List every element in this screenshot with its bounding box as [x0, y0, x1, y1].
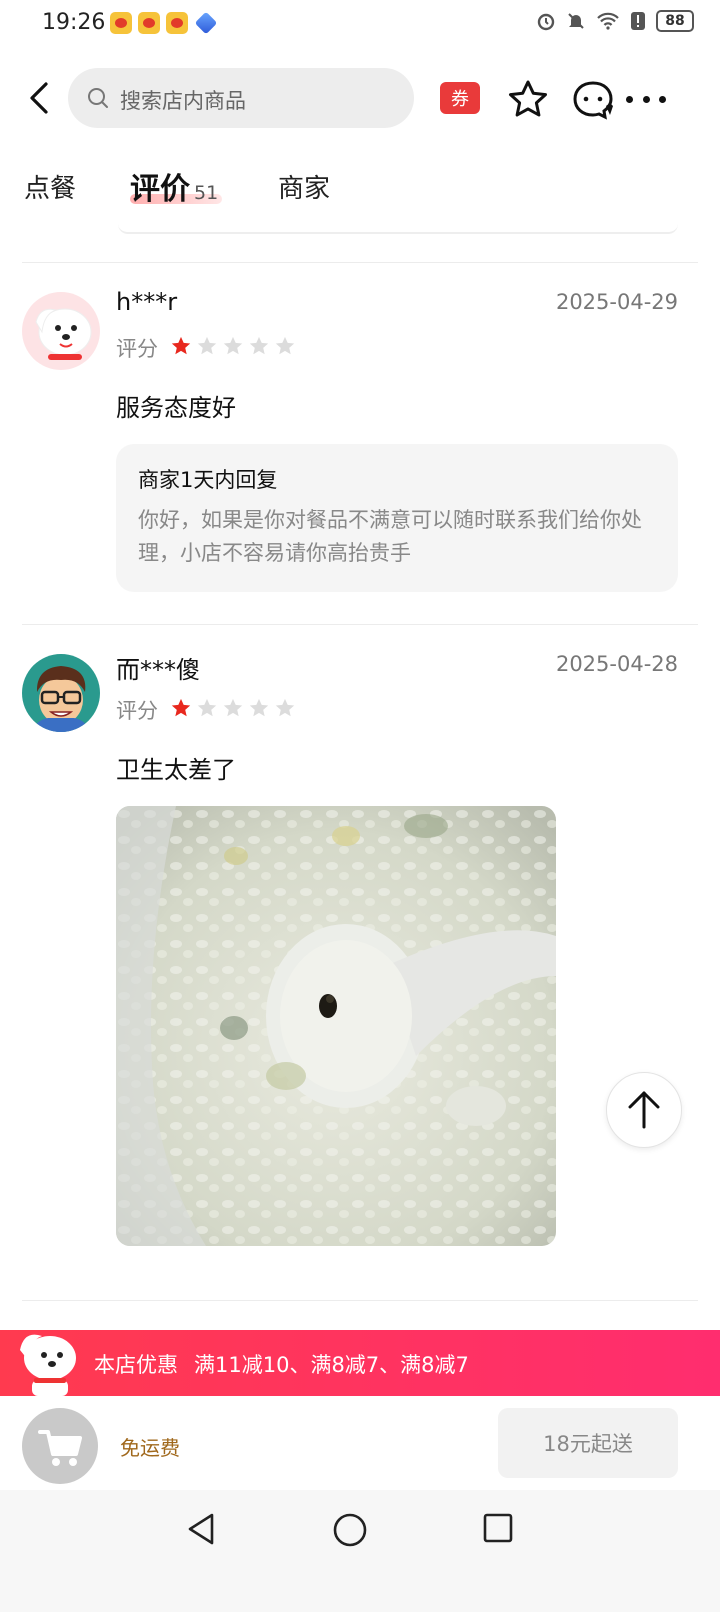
star-empty-icon [197, 336, 217, 355]
divider [22, 624, 698, 625]
search-placeholder: 搜索店内商品 [120, 89, 246, 113]
cart-button[interactable] [22, 1408, 98, 1484]
reply-text: 你好，如果是你对餐品不满意可以随时联系我们给你处理，小店不容易请你高抬贵手 [138, 508, 642, 565]
joy-mascot-icon [20, 1334, 76, 1396]
coupon-button[interactable]: 券 [440, 82, 480, 114]
wifi-icon [597, 12, 619, 30]
review-comment: 服务态度好 [116, 394, 236, 422]
nav-back-icon[interactable] [184, 1512, 218, 1546]
min-order-button[interactable]: 18元起送 [498, 1408, 678, 1478]
star-empty-icon [223, 336, 243, 355]
mute-icon [568, 13, 584, 29]
weibo-icon [138, 12, 160, 34]
more-options-icon[interactable] [626, 90, 666, 108]
nav-recents-icon[interactable] [482, 1512, 514, 1544]
porridge-photo-image [116, 806, 556, 1246]
merchant-reply: 商家1天内回复 你好，如果是你对餐品不满意可以随时联系我们给你处理，小店不容易请… [116, 444, 678, 592]
star-filled-icon [171, 336, 191, 355]
reply-title: 商家1天内回复 [138, 468, 278, 492]
system-nav-bar [0, 1490, 720, 1612]
status-bar: 19:26 88 [0, 0, 720, 48]
divider [22, 262, 698, 263]
review-comment: 卫生太差了 [116, 756, 236, 784]
promo-label: 本店优惠 [94, 1353, 178, 1377]
alarm-icon [537, 13, 555, 31]
app-gem-icon [194, 11, 218, 35]
search-input[interactable]: 搜索店内商品 [68, 68, 414, 128]
score-label: 评分 [116, 337, 158, 361]
system-icons: 88 [536, 10, 694, 32]
status-time: 19:26 [42, 10, 106, 35]
star-empty-icon [249, 698, 269, 717]
promo-detail: 满11减10、满8减7、满8减7 [194, 1353, 469, 1377]
rating-stars [170, 335, 296, 357]
nav-home-icon[interactable] [332, 1512, 368, 1548]
star-empty-icon [275, 698, 295, 717]
score-label: 评分 [116, 699, 158, 723]
star-empty-icon [249, 336, 269, 355]
review-photo[interactable] [116, 806, 556, 1246]
star-empty-icon [223, 698, 243, 717]
review-date: 2025-04-28 [555, 652, 678, 676]
search-icon [88, 88, 108, 108]
free-shipping-label: 免运费 [120, 1436, 180, 1460]
customer-service-icon[interactable] [570, 78, 616, 122]
back-arrow-icon[interactable] [24, 80, 60, 116]
scroll-to-top-button[interactable] [606, 1072, 682, 1148]
avatar[interactable] [22, 654, 100, 732]
reviewer-name: 而***傻 [116, 656, 200, 684]
tab-reviews-count: 51 [194, 182, 219, 204]
weibo-icon [166, 12, 188, 34]
avatar[interactable] [22, 292, 100, 370]
tab-merchant[interactable]: 商家 [278, 168, 330, 205]
joy-mascot-avatar-icon [22, 292, 100, 370]
cartoon-man-avatar-icon [22, 654, 100, 732]
shopping-cart-icon [38, 1430, 82, 1466]
star-empty-icon [197, 698, 217, 717]
star-filled-icon [171, 698, 191, 717]
battery-indicator: 88 [656, 10, 694, 32]
tab-order[interactable]: 点餐 [24, 168, 76, 205]
favorite-star-icon[interactable] [506, 78, 550, 122]
previous-card-edge [118, 220, 678, 234]
rating-stars [170, 697, 296, 719]
arrow-up-icon [628, 1091, 660, 1129]
divider [22, 1300, 698, 1301]
tab-reviews[interactable]: 评价 51 [130, 164, 218, 208]
star-empty-icon [275, 336, 295, 355]
weibo-icon [110, 12, 132, 34]
review-date: 2025-04-29 [555, 290, 678, 314]
notification-icons [110, 11, 218, 35]
alert-icon [631, 12, 645, 30]
store-promo-banner[interactable]: 本店优惠 满11减10、满8减7、满8减7 [0, 1330, 720, 1396]
reviewer-name: h***r [116, 288, 178, 316]
tab-reviews-label: 评价 [130, 172, 190, 207]
